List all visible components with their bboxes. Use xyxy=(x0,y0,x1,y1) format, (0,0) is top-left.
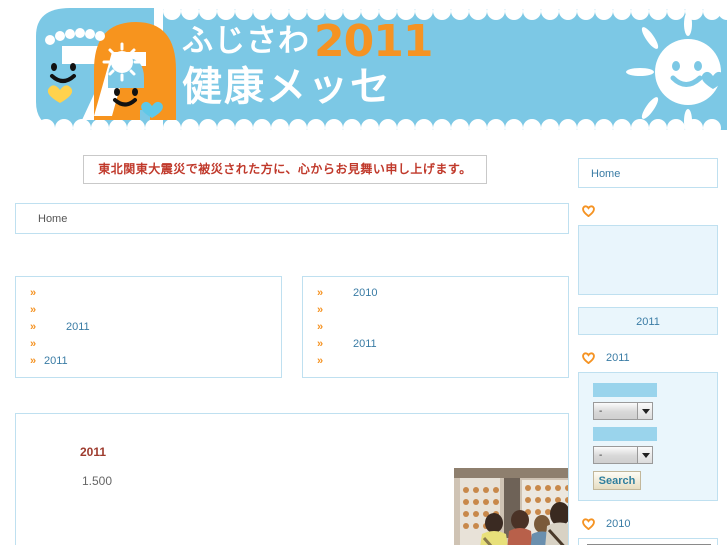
notice-row: 東北関東大震災で被災された方に、心からお見舞い申し上げます。 xyxy=(0,155,570,184)
right-link-list: » 2010 » » » 2011 » xyxy=(302,276,569,378)
chevron-right-icon: » xyxy=(317,355,327,367)
exhibition-booth-photo xyxy=(454,468,569,545)
chevron-right-icon: » xyxy=(30,287,40,299)
list-item[interactable]: » xyxy=(16,285,281,302)
list-item-label: 2011 xyxy=(353,336,377,353)
header-title-line2: 健康メッセ xyxy=(182,63,602,111)
breadcrumb-home-link[interactable]: Home xyxy=(38,213,67,225)
list-item[interactable]: » xyxy=(303,302,568,319)
mascot-characters-icon xyxy=(42,20,176,120)
list-item[interactable]: » 2011 xyxy=(16,353,281,370)
list-item[interactable]: » 2010 xyxy=(303,285,568,302)
list-item-label: 2011 xyxy=(44,353,68,370)
search-select-2-value: - xyxy=(599,449,602,463)
heart-icon xyxy=(582,204,595,217)
chevron-right-icon: » xyxy=(30,338,40,350)
left-link-list: » » » 2011 » » 2011 xyxy=(15,276,282,378)
chevron-right-icon: » xyxy=(317,338,327,350)
list-item[interactable]: » xyxy=(303,319,568,336)
chevron-right-icon: » xyxy=(30,304,40,316)
sidebar: Home 2011 2011 - - xyxy=(578,158,718,545)
chevron-right-icon: » xyxy=(317,287,327,299)
list-item[interactable]: » 2011 xyxy=(303,336,568,353)
photo-graphic xyxy=(454,468,569,545)
search-select-1[interactable]: - xyxy=(593,402,653,420)
sidebar-year-box[interactable]: 2011 xyxy=(578,307,718,335)
list-item[interactable]: » xyxy=(16,302,281,319)
list-item[interactable]: » xyxy=(303,353,568,370)
article-title: 2011 xyxy=(80,445,106,459)
list-item-label: 2010 xyxy=(353,285,377,302)
heart-icon xyxy=(582,517,595,530)
article-subtitle: 1.500 xyxy=(82,474,112,488)
search-field-label-2 xyxy=(593,427,657,441)
sidebar-item-home[interactable]: Home xyxy=(578,158,718,188)
site-header: ふじさわ2011 健康メッセ xyxy=(0,0,727,147)
chevron-right-icon: » xyxy=(317,321,327,333)
list-item[interactable]: » 2011 xyxy=(16,319,281,336)
breadcrumb: Home xyxy=(15,203,569,234)
article-panel: 2011 1.500 xyxy=(15,413,569,545)
header-title-line1: ふじさわ2011 xyxy=(182,22,602,61)
sidebar-item-home-label: Home xyxy=(591,168,620,180)
chevron-down-icon[interactable] xyxy=(637,403,652,419)
heart-icon xyxy=(582,351,595,364)
sidebar-section-heading-archive: 2010 xyxy=(578,515,718,533)
search-select-2[interactable]: - xyxy=(593,446,653,464)
earthquake-notice: 東北関東大震災で被災された方に、心からお見舞い申し上げます。 xyxy=(83,155,486,184)
chevron-down-icon[interactable] xyxy=(637,447,652,463)
sidebar-section-label: 2011 xyxy=(606,352,630,364)
search-field-label-1 xyxy=(593,383,657,397)
page-root: ふじさわ2011 健康メッセ 東北関東大震災で被災された方に、心からお見舞い申し… xyxy=(0,0,727,545)
sidebar-year-label: 2011 xyxy=(636,316,660,328)
search-select-1-value: - xyxy=(599,405,602,419)
chevron-right-icon: » xyxy=(317,304,327,316)
sidebar-archive-panel xyxy=(578,538,718,545)
sidebar-section-heading-blank xyxy=(578,202,718,220)
search-widget: - - Search xyxy=(578,372,718,501)
header-title-year: 2011 xyxy=(314,16,432,67)
search-button[interactable]: Search xyxy=(593,471,641,490)
header-title-text-1: ふじさわ xyxy=(182,23,310,59)
sidebar-blank-panel xyxy=(578,225,718,295)
chevron-right-icon: » xyxy=(30,321,40,333)
chevron-right-icon: » xyxy=(30,355,40,367)
sidebar-section-label: 2010 xyxy=(606,518,630,530)
list-item[interactable]: » xyxy=(16,336,281,353)
sidebar-section-heading-search: 2011 xyxy=(578,349,718,367)
header-title: ふじさわ2011 健康メッセ xyxy=(182,22,602,111)
main-column: Home xyxy=(15,203,569,234)
link-lists: » » » 2011 » » 2011 » 2010 xyxy=(15,276,569,378)
list-item-label: 2011 xyxy=(66,319,90,336)
